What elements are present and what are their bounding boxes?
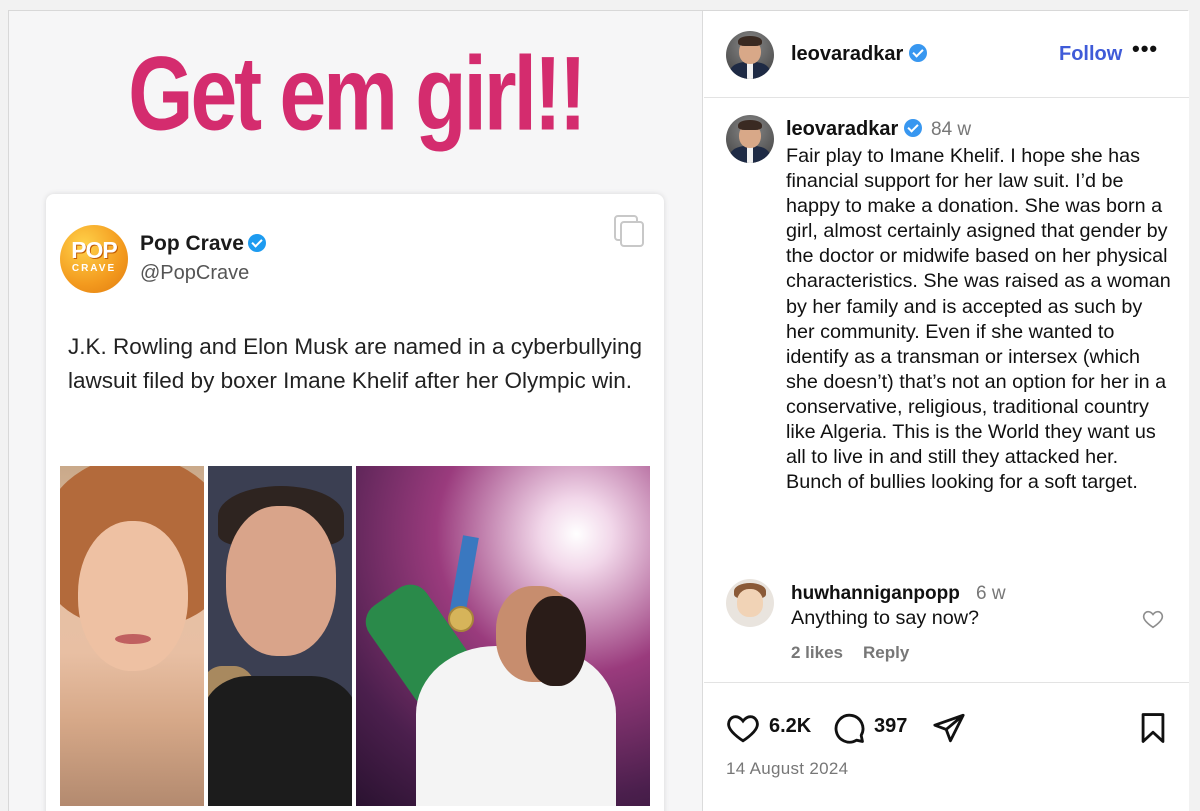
author-avatar[interactable]: [726, 31, 774, 79]
caption-timestamp[interactable]: 84 w: [931, 119, 971, 141]
comment-like-heart-icon[interactable]: [1142, 608, 1164, 630]
photo-khelif: [356, 466, 650, 806]
comments-count[interactable]: 397: [874, 715, 907, 738]
caption-text: Fair play to Imane Khelif. I hope she ha…: [786, 145, 1171, 494]
author-username-text[interactable]: leovaradkar: [791, 43, 903, 65]
share-paper-plane-icon[interactable]: [932, 711, 966, 745]
post-actions-bar: 6.2K 397 14 August 2024: [704, 682, 1189, 811]
caption-username[interactable]: leovaradkar: [786, 118, 923, 141]
comment-likes-count[interactable]: 2 likes: [791, 643, 843, 663]
commenter-avatar[interactable]: [726, 579, 774, 627]
author-username[interactable]: leovaradkar: [791, 43, 928, 66]
pop-crave-logo-text: POP: [71, 237, 118, 263]
likes-count[interactable]: 6.2K: [769, 715, 811, 738]
tweet-author-handle: @PopCrave: [140, 262, 250, 284]
pop-crave-logo-subtext: CRAVE: [71, 263, 117, 274]
caption-author-avatar[interactable]: [726, 115, 774, 163]
photo-rowling: [60, 466, 204, 806]
tweet-author-name: Pop Crave: [140, 232, 266, 256]
comment-text: Anything to say now?: [791, 607, 980, 629]
post-sidebar: leovaradkar Follow ••• leovaradkar 84 w …: [704, 11, 1189, 811]
caption-username-text[interactable]: leovaradkar: [786, 118, 898, 140]
verified-icon: [904, 119, 923, 137]
post-window: Get em girl!! POP CRAVE Pop Crave @PopCr…: [8, 10, 1189, 811]
embedded-tweet-card: POP CRAVE Pop Crave @PopCrave J.K. Rowli…: [46, 194, 664, 811]
comment-bubble-icon[interactable]: [832, 711, 866, 745]
save-bookmark-icon[interactable]: [1136, 711, 1170, 745]
like-heart-icon[interactable]: [726, 711, 760, 745]
post-date[interactable]: 14 August 2024: [726, 759, 848, 779]
copy-icon: [614, 215, 644, 247]
tweet-text: J.K. Rowling and Elon Musk are named in …: [68, 334, 643, 393]
comment-timestamp[interactable]: 6 w: [976, 583, 1006, 605]
tweet-photos: [60, 466, 650, 806]
comment-reply-button[interactable]: Reply: [863, 643, 909, 663]
follow-button[interactable]: Follow: [1059, 43, 1122, 66]
post-header: leovaradkar Follow •••: [704, 11, 1189, 98]
image-headline: Get em girl!!: [128, 34, 587, 152]
comment-username[interactable]: huwhanniganpopp: [791, 583, 960, 605]
verified-icon: [247, 234, 266, 252]
more-options-icon[interactable]: •••: [1132, 36, 1158, 62]
verified-icon: [909, 44, 928, 62]
post-media[interactable]: Get em girl!! POP CRAVE Pop Crave @PopCr…: [9, 11, 703, 811]
photo-musk: [208, 466, 352, 806]
tweet-author-name-text: Pop Crave: [140, 232, 244, 255]
pop-crave-avatar: POP CRAVE: [60, 225, 128, 293]
